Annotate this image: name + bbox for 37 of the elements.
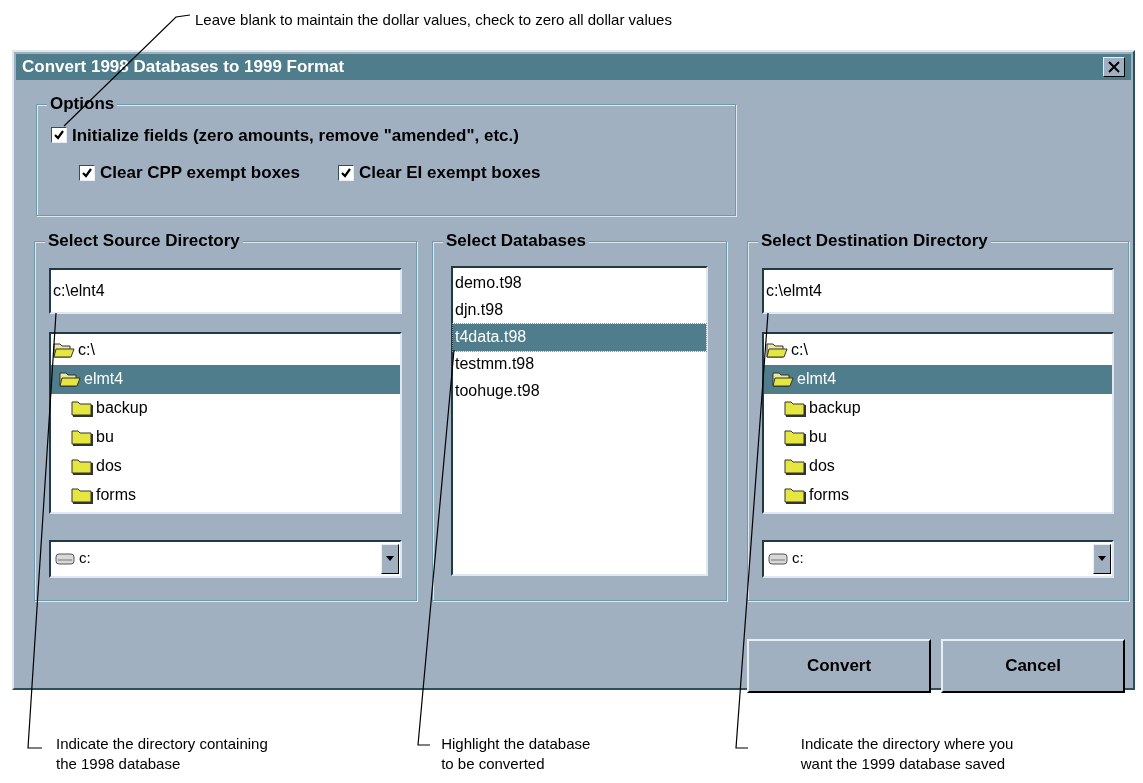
folder-tree[interactable]: c:\ elmt4 backup bu dos forms [49,331,402,514]
tree-item[interactable]: elmt4 [51,364,400,394]
drive-dropdown[interactable]: c: [49,539,402,578]
tree-item[interactable]: bu [51,422,400,452]
folder-tree[interactable]: c:\ elmt4 backup bu dos forms [762,331,1114,514]
list-item[interactable]: toohuge.t98 [453,377,706,405]
database-list[interactable]: demo.t98 djn.t98 t4data.t98 testmm.t98 toohuge.t98 [451,265,708,576]
list-item[interactable]: djn.t98 [453,296,706,324]
tree-item[interactable]: dos [51,451,400,481]
path-field[interactable]: c:\elmt4 [762,267,1114,314]
dialog-button[interactable]: Convert [747,638,931,693]
tree-item[interactable]: forms [51,480,400,510]
list-item[interactable]: t4data.t98 [453,323,706,351]
drive-dropdown[interactable]: c: [762,539,1114,578]
tree-item[interactable]: backup [764,393,1112,423]
tree-item[interactable]: c:\ [764,335,1112,365]
tree-item[interactable]: c:\ [51,335,400,365]
callout-text: Highlight the database [441,734,592,754]
path-field[interactable]: c:\elnt4 [49,267,402,314]
checkbox[interactable]: Initialize fields (zero amounts, remove "amended", etc.) [51,122,735,148]
callout-text: the 1998 database [56,754,182,774]
callout-text: Indicate the directory where you [800,734,1015,754]
list-item[interactable]: testmm.t98 [453,350,706,378]
checkbox[interactable]: Clear CPP exempt boxes [79,160,300,186]
callout-text: want the 1999 database saved [800,754,1007,774]
tree-item[interactable]: elmt4 [764,364,1112,394]
window-title: Convert 1998 Databases to 1999 Format [22,56,345,78]
callout-text: Indicate the directory containing [56,734,269,754]
dialog-button[interactable]: Cancel [941,638,1125,693]
tree-item[interactable]: forms [764,480,1112,510]
tree-item[interactable]: dos [764,451,1112,481]
tree-item[interactable]: backup [51,393,400,423]
callout-text: to be converted [441,754,546,774]
checkbox[interactable]: Clear EI exempt boxes [338,160,541,186]
tree-item[interactable]: bu [764,422,1112,452]
list-item[interactable]: demo.t98 [453,269,706,297]
callout-text: Leave blank to maintain the dollar values, check to zero all dollar values [195,11,672,28]
